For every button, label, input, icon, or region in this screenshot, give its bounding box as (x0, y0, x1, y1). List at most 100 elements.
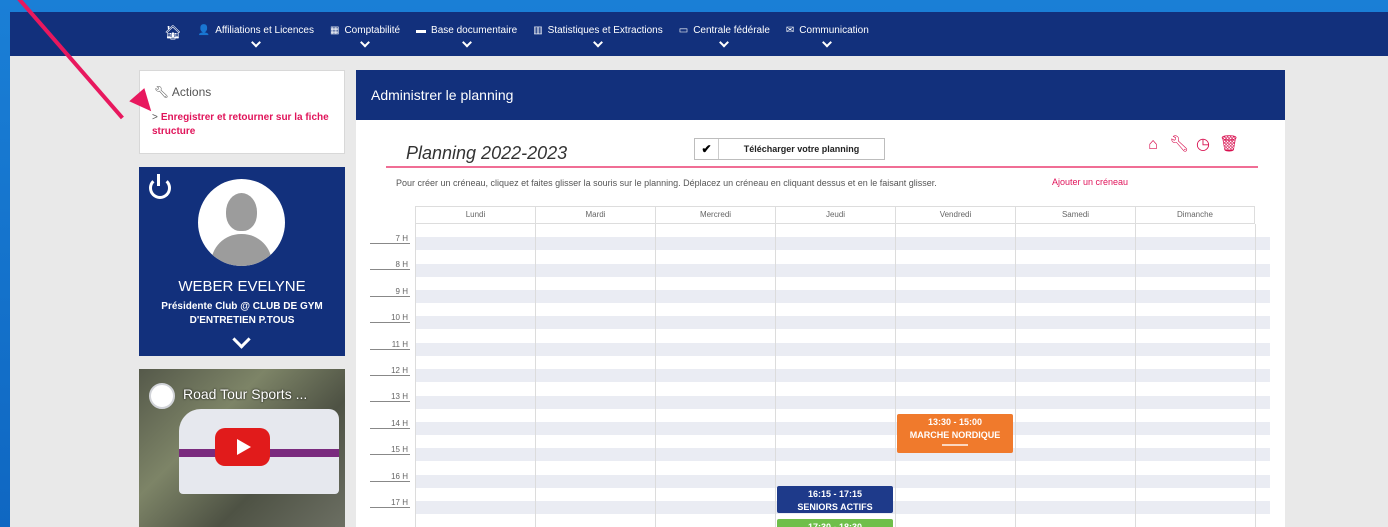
chevron-right-icon: > (152, 112, 158, 123)
grid-row (415, 316, 1270, 330)
grid-column-line (1135, 224, 1136, 527)
avatar-body (211, 234, 272, 266)
nav-comptabilite[interactable]: ▦ Comptabilité (322, 12, 408, 56)
day-header: Dimanche (1135, 207, 1255, 223)
help-text: Pour créer un créneau, cliquez et faites… (396, 178, 937, 188)
actions-panel: 🔧︎ Actions > Enregistrer et retourner sur… (139, 70, 345, 154)
video-player[interactable]: Road Tour Sports ... (139, 369, 345, 527)
calendar-event[interactable]: 13:30 - 15:00 MARCHE NORDIQUE (897, 413, 1013, 454)
event-time: 13:30 - 15:00 (927, 416, 983, 427)
grid-column-line (1015, 224, 1016, 527)
hour-label: 7 H (370, 234, 410, 244)
channel-logo (149, 383, 175, 409)
grid-column-line (895, 224, 896, 527)
event-resize-handle[interactable] (822, 516, 848, 519)
day-header: Mercredi (655, 207, 775, 223)
chevron-down-icon (250, 37, 261, 48)
calendar-event[interactable]: 16:15 - 17:15 SENIORS ACTIFS (777, 486, 893, 519)
profile-role: Présidente Club @ CLUB DE GYM D'ENTRETIE… (161, 301, 323, 326)
panel-title: Administrer le planning (371, 87, 514, 103)
planning-title: Planning 2022-2023 (406, 143, 568, 163)
home-icon: 🏠︎ (164, 24, 182, 40)
trash-icon[interactable]: 🗑︎ (1219, 136, 1239, 154)
avatar (198, 179, 285, 266)
grid-row (415, 369, 1270, 383)
profile-card: WEBER EVELYNE Présidente Club @ CLUB DE … (139, 167, 345, 356)
day-header: Lundi (415, 207, 535, 223)
grid-row (415, 237, 1270, 251)
nav-label: Centrale fédérale (693, 25, 770, 36)
day-header: Jeudi (775, 207, 895, 223)
clock-icon[interactable]: ◷ (1194, 136, 1212, 154)
chevron-down-icon[interactable] (232, 330, 251, 349)
hour-label: 16 H (370, 472, 410, 482)
app-frame: 🏠︎ 👤 Affiliations et Licences ▦ Comptabi… (10, 12, 1388, 527)
video-title: Road Tour Sports ... (183, 386, 308, 402)
calculator-icon: ▦ (330, 25, 340, 36)
hour-label: 10 H (370, 313, 410, 324)
grid-row (415, 448, 1270, 462)
grid-column-line (1255, 224, 1256, 527)
hour-label: 13 H (370, 392, 410, 403)
hour-label: 15 H (370, 445, 410, 456)
grid-column-line (775, 224, 776, 527)
grid-column-line (655, 224, 656, 527)
event-time: 16:15 - 17:15 (807, 489, 863, 500)
hour-label: 17 H (370, 498, 410, 508)
folder-icon: ▬ (416, 25, 427, 36)
event-resize-handle[interactable] (942, 443, 968, 446)
nav-statistiques[interactable]: ▥ Statistiques et Extractions (525, 12, 671, 56)
chevron-down-icon (461, 37, 472, 48)
planning-toolbar: ⌂ 🔧︎ ◷ 🗑︎ (1144, 136, 1239, 154)
card-icon: ▭ (678, 25, 689, 36)
user-icon: 👤 (197, 25, 211, 36)
chevron-down-icon (719, 37, 730, 48)
nav-label: Comptabilité (344, 25, 401, 36)
day-header: Samedi (1015, 207, 1135, 223)
chart-icon: ▥ (533, 25, 543, 36)
hour-label: 11 H (370, 340, 410, 350)
save-and-return-link[interactable]: > Enregistrer et retourner sur la fiche s… (152, 111, 332, 139)
profile-name: WEBER EVELYNE (178, 278, 306, 295)
event-time: 17:30 - 18:30 (777, 521, 893, 527)
grid-row (415, 342, 1270, 356)
weekly-calendar[interactable]: Lundi Mardi Mercredi Jeudi Vendredi Same… (370, 206, 1273, 527)
hour-label: 14 H (370, 419, 410, 429)
nav-base-documentaire[interactable]: ▬ Base documentaire (408, 12, 525, 56)
wrench-icon[interactable]: 🔧︎ (1169, 136, 1189, 154)
nav-home[interactable]: 🏠︎ (156, 12, 190, 56)
hour-label: 12 H (370, 366, 410, 376)
nav-label: Base documentaire (431, 25, 518, 36)
nav-communication[interactable]: ✉ Communication (778, 12, 877, 56)
title-divider (386, 166, 1258, 168)
checkmark-icon: ✔ (695, 139, 719, 159)
calendar-grid[interactable]: 7 H 8 H 9 H 10 H 11 H 12 H 13 H 14 H 15 H 16 H 17 … (370, 224, 1273, 527)
chevron-down-icon (360, 37, 370, 48)
actions-heading: 🔧︎ Actions (154, 85, 211, 99)
add-slot-link[interactable]: Ajouter un créneau (1052, 177, 1128, 187)
grid-row (415, 395, 1270, 409)
home-icon[interactable]: ⌂ (1144, 136, 1162, 154)
download-planning-label: Télécharger votre planning (743, 144, 860, 154)
avatar-head (226, 193, 257, 231)
nav-centrale-federale[interactable]: ▭ Centrale fédérale (671, 12, 778, 56)
actions-title: Actions (171, 85, 212, 99)
nav-label: Statistiques et Extractions (547, 25, 663, 36)
grid-row (415, 422, 1270, 435)
calendar-event[interactable]: 17:30 - 18:30PILATES - Débutants (777, 519, 893, 527)
day-header: Vendredi (895, 207, 1015, 223)
nav-label: Affiliations et Licences (215, 25, 314, 36)
wrench-icon: 🔧︎ (154, 85, 170, 99)
grid-column-line (535, 224, 536, 527)
envelope-icon: ✉ (785, 25, 795, 36)
chevron-down-icon (822, 37, 833, 48)
event-title: SENIORS ACTIFS (797, 502, 873, 513)
event-title: MARCHE NORDIQUE (909, 429, 1001, 440)
download-planning-button[interactable]: ✔ Télécharger votre planning (694, 138, 885, 160)
panel-header: Administrer le planning (356, 70, 1285, 120)
grid-row (415, 263, 1270, 277)
chevron-down-icon (593, 37, 603, 48)
play-icon[interactable] (215, 428, 270, 466)
power-icon[interactable] (149, 174, 171, 199)
nav-affiliations[interactable]: 👤 Affiliations et Licences (190, 12, 322, 56)
